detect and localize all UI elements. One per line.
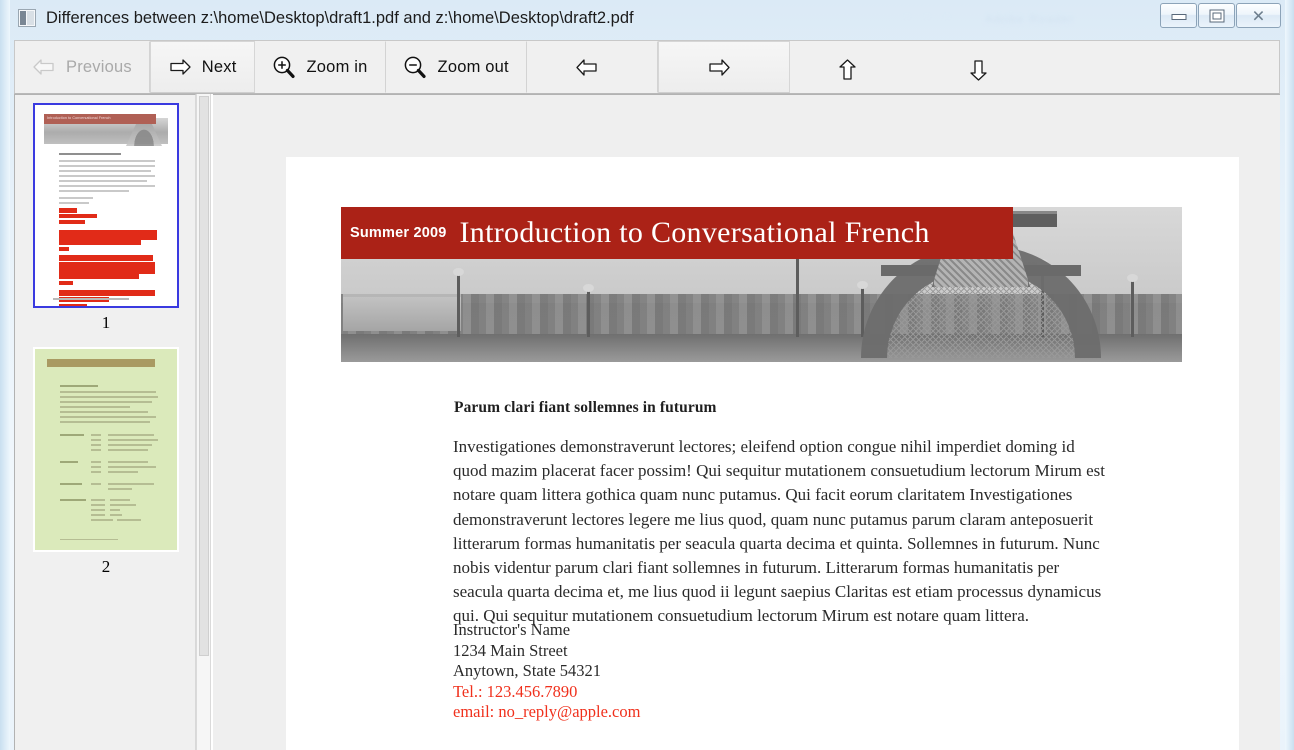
- thumbnail-title-1: Introduction to Conversational French: [47, 116, 111, 120]
- restore-icon: [1209, 9, 1224, 22]
- window-title: Differences between z:\home\Desktop\draf…: [46, 9, 634, 27]
- close-button[interactable]: ✕: [1236, 3, 1281, 28]
- arrow-down-icon: [969, 58, 993, 81]
- contact-name: Instructor's Name: [453, 620, 571, 639]
- thumbnail-scrollbar[interactable]: [196, 94, 211, 750]
- contact-email: email: no_reply@apple.com: [453, 702, 641, 722]
- document-page: Summer 2009 Introduction to Conversation…: [286, 157, 1239, 750]
- document-header-banner: Summer 2009 Introduction to Conversation…: [341, 207, 1013, 259]
- magnifier-minus-icon: [403, 56, 428, 79]
- zoom-in-label: Zoom in: [306, 57, 368, 76]
- scroll-left-button[interactable]: [526, 41, 658, 93]
- window-controls: ✕: [1159, 3, 1281, 30]
- arrow-left-icon: [575, 58, 599, 76]
- document-title: Introduction to Conversational French: [459, 216, 930, 249]
- close-icon: ✕: [1251, 6, 1266, 25]
- thumbnail-panel[interactable]: Introduction to Conversational French 1 …: [14, 94, 196, 750]
- thumbnail-page-1-preview: Introduction to Conversational French: [35, 105, 177, 306]
- minimize-icon: [1171, 14, 1186, 21]
- application-icon: [18, 9, 36, 27]
- next-button[interactable]: Next: [149, 41, 255, 93]
- scroll-right-button[interactable]: [657, 41, 790, 93]
- contact-street: 1234 Main Street: [453, 640, 568, 660]
- application-window: Differences between z:\home\Desktop\draf…: [0, 0, 1294, 750]
- arrow-left-icon: [32, 58, 56, 76]
- document-body-text: Investigationes demonstraverunt lectores…: [453, 437, 1105, 626]
- scroll-up-button[interactable]: [789, 41, 921, 93]
- title-ghost-reflection: Adobe Reader: [985, 12, 1075, 26]
- arrow-right-icon: [168, 58, 192, 76]
- title-ghost-reflection-left: · · ·: [905, 8, 956, 23]
- previous-button[interactable]: Previous: [15, 41, 150, 93]
- scroll-down-button[interactable]: [920, 41, 1052, 93]
- zoom-in-button[interactable]: Zoom in: [254, 41, 386, 93]
- contact-telephone: Tel.: 123.456.7890: [453, 681, 578, 701]
- document-subheading: Parum clari fiant sollemnes in futurum: [454, 399, 717, 416]
- thumbnail-page-1[interactable]: Introduction to Conversational French: [33, 103, 179, 308]
- magnifier-plus-icon: [272, 56, 297, 79]
- thumbnail-page-2-preview: [35, 349, 177, 550]
- thumbnail-page-2[interactable]: [33, 347, 179, 552]
- zoom-out-label: Zoom out: [437, 57, 509, 76]
- document-contact-block: Instructor's Name 1234 Main Street Anyto…: [453, 620, 640, 723]
- toolbar: Previous Next Zoom in Zoom out: [14, 40, 1280, 94]
- previous-label: Previous: [66, 57, 132, 76]
- document-season: Summer 2009: [350, 225, 447, 241]
- thumbnail-number-2: 2: [101, 557, 111, 576]
- zoom-out-button[interactable]: Zoom out: [385, 41, 527, 93]
- arrow-up-icon: [838, 58, 862, 80]
- thumbnail-number-1: 1: [101, 313, 111, 332]
- contact-city: Anytown, State 54321: [453, 661, 602, 681]
- window-frame-right: [1285, 0, 1294, 750]
- arrow-right-icon: [707, 58, 731, 76]
- document-viewer[interactable]: Summer 2009 Introduction to Conversation…: [213, 94, 1280, 750]
- thumbnail-scrollbar-thumb[interactable]: [199, 96, 209, 656]
- thumbnail-item[interactable]: Introduction to Conversational French 1: [15, 103, 195, 333]
- minimize-button[interactable]: [1160, 3, 1197, 28]
- main-content: Introduction to Conversational French 1 …: [14, 94, 1280, 750]
- title-bar[interactable]: Differences between z:\home\Desktop\draf…: [0, 0, 1294, 38]
- next-label: Next: [201, 57, 237, 76]
- maximize-button[interactable]: [1198, 3, 1235, 28]
- thumbnail-item[interactable]: 2: [15, 347, 195, 577]
- window-frame-left: [0, 0, 10, 750]
